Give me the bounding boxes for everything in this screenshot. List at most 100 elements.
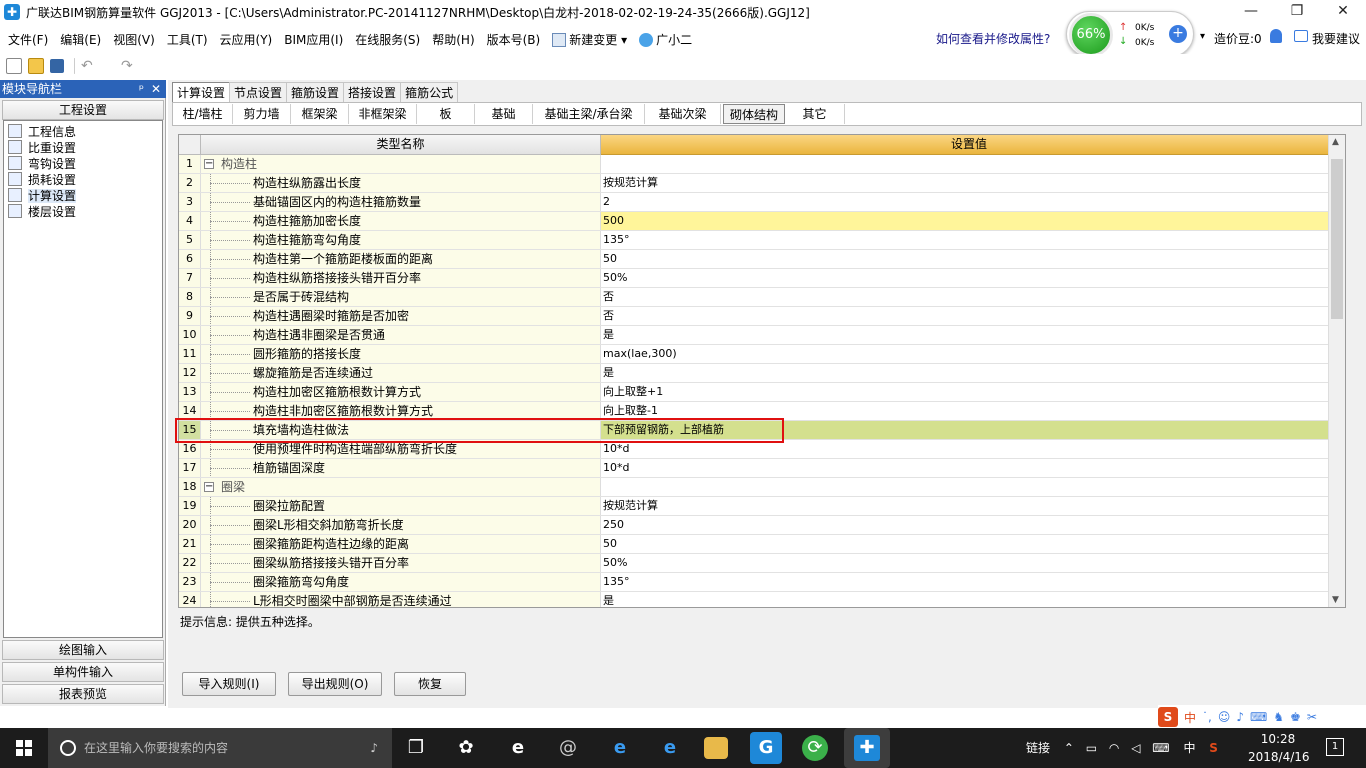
- menu-edit[interactable]: 编辑(E): [56, 31, 105, 48]
- keyboard-icon[interactable]: ⌨: [1250, 710, 1267, 724]
- row-value-cell[interactable]: 是: [601, 326, 1337, 344]
- table-row[interactable]: 5 构造柱箍筋弯勾角度 135°: [179, 231, 1337, 250]
- export-rules-button[interactable]: 导出规则(O): [288, 672, 382, 696]
- row-value-cell[interactable]: 250: [601, 516, 1337, 534]
- tab-nonframe-beam[interactable]: 非框架梁: [349, 104, 417, 124]
- group-row[interactable]: 1− 构造柱: [179, 155, 1337, 174]
- active-ggj-app[interactable]: ✚: [844, 728, 890, 768]
- row-value-cell[interactable]: max(lae,300): [601, 345, 1337, 363]
- ie-icon[interactable]: e: [654, 732, 686, 764]
- tray-lang[interactable]: 中: [1183, 741, 1195, 755]
- table-row[interactable]: 11 圆形箍筋的搭接长度 max(lae,300): [179, 345, 1337, 364]
- scroll-up-icon[interactable]: ▲: [1332, 137, 1339, 147]
- start-button[interactable]: [0, 728, 48, 768]
- collapse-icon[interactable]: −: [204, 159, 214, 169]
- nav-item-floor[interactable]: 楼层设置: [8, 204, 76, 220]
- import-rules-button[interactable]: 导入规则(I): [182, 672, 276, 696]
- table-row[interactable]: 9 构造柱遇圈梁时箍筋是否加密 否: [179, 307, 1337, 326]
- sogou-icon[interactable]: S: [1158, 707, 1178, 727]
- tab-lap-settings[interactable]: 搭接设置: [343, 82, 402, 102]
- row-value-cell[interactable]: 是: [601, 364, 1337, 382]
- menu-tools[interactable]: 工具(T): [163, 31, 212, 48]
- plus-icon[interactable]: +: [1169, 25, 1187, 43]
- row-value-cell[interactable]: 按规范计算: [601, 497, 1337, 515]
- row-value-cell[interactable]: 50: [601, 250, 1337, 268]
- table-row[interactable]: 13 构造柱加密区箍筋根数计算方式 向上取整+1: [179, 383, 1337, 402]
- row-value-cell[interactable]: 否: [601, 288, 1337, 306]
- minimize-button[interactable]: —: [1228, 0, 1274, 24]
- edge-icon[interactable]: e: [604, 732, 636, 764]
- table-row[interactable]: 3 基础锚固区内的构造柱箍筋数量 2: [179, 193, 1337, 212]
- row-value-cell[interactable]: 向上取整+1: [601, 383, 1337, 401]
- nav-item-loss[interactable]: 损耗设置: [8, 172, 76, 188]
- ie-old-icon[interactable]: e: [502, 732, 534, 764]
- menu-view[interactable]: 视图(V): [109, 31, 159, 48]
- new-file-icon[interactable]: [6, 58, 22, 74]
- table-row[interactable]: 22 圈梁纵筋搭接接头错开百分率 50%: [179, 554, 1337, 573]
- menu-guangxiaoer[interactable]: 广小二: [635, 31, 696, 48]
- row-value-cell[interactable]: [601, 478, 1337, 496]
- chevron-up-icon[interactable]: ⌃: [1064, 741, 1074, 755]
- row-value-cell[interactable]: 135°: [601, 231, 1337, 249]
- punctuation-icon[interactable]: ˙,: [1202, 710, 1212, 724]
- folder-icon[interactable]: [704, 737, 728, 759]
- tab-stirrup-formula[interactable]: 箍筋公式: [400, 82, 459, 102]
- row-value-cell[interactable]: 500: [601, 212, 1337, 230]
- table-row[interactable]: 8 是否属于砖混结构 否: [179, 288, 1337, 307]
- row-value-cell[interactable]: 135°: [601, 573, 1337, 591]
- task-view-icon[interactable]: ❐: [400, 732, 432, 764]
- mic-icon[interactable]: ♪: [370, 728, 378, 768]
- tab-shear-wall[interactable]: 剪力墙: [233, 104, 291, 124]
- tab-foundation-main-beam[interactable]: 基础主梁/承台梁: [533, 104, 645, 124]
- row-value-cell[interactable]: 50: [601, 535, 1337, 553]
- table-row[interactable]: 6 构造柱第一个箍筋距楼板面的距离 50: [179, 250, 1337, 269]
- collapse-icon[interactable]: −: [204, 482, 214, 492]
- table-row[interactable]: 23 圈梁箍筋弯勾角度 135°: [179, 573, 1337, 592]
- close-button[interactable]: ✕: [1320, 0, 1366, 24]
- restore-button-main[interactable]: 恢复: [394, 672, 466, 696]
- help-link[interactable]: 如何查看并修改属性?: [936, 30, 1050, 47]
- tab-masonry[interactable]: 砌体结构: [723, 104, 785, 124]
- table-row[interactable]: 17 植筋锚固深度 10*d: [179, 459, 1337, 478]
- green-app-icon[interactable]: ⟳: [802, 735, 828, 761]
- scrollbar-thumb[interactable]: [1331, 159, 1343, 319]
- table-row[interactable]: 2 构造柱纵筋露出长度 按规范计算: [179, 174, 1337, 193]
- notification-icon[interactable]: 1: [1326, 738, 1344, 756]
- menu-file[interactable]: 文件(F): [4, 31, 52, 48]
- open-folder-icon[interactable]: [28, 58, 44, 74]
- table-row[interactable]: 20 圈梁L形相交斜加筋弯折长度 250: [179, 516, 1337, 535]
- glodon-g-icon[interactable]: G: [750, 732, 782, 764]
- volume-icon[interactable]: ◁: [1131, 741, 1140, 755]
- vertical-scrollbar[interactable]: ▲ ▼: [1328, 135, 1345, 607]
- row-value-cell[interactable]: 按规范计算: [601, 174, 1337, 192]
- tab-other[interactable]: 其它: [785, 104, 845, 124]
- tab-slab[interactable]: 板: [417, 104, 475, 124]
- nav-section-report[interactable]: 报表预览: [2, 684, 164, 704]
- chevron-down-icon[interactable]: ▾: [1200, 31, 1205, 42]
- table-row[interactable]: 21 圈梁箍筋距构造柱边缘的距离 50: [179, 535, 1337, 554]
- cost-beans[interactable]: 造价豆:0: [1214, 30, 1262, 47]
- group-row[interactable]: 18− 圈梁: [179, 478, 1337, 497]
- tab-column-wall[interactable]: 柱/墙柱: [173, 104, 233, 124]
- nav-item-calc-settings[interactable]: 计算设置: [8, 188, 77, 204]
- menu-new-change[interactable]: 新建变更 ▾: [548, 31, 631, 48]
- row-value-cell[interactable]: 10*d: [601, 459, 1337, 477]
- skin-icon[interactable]: ♞: [1273, 710, 1284, 724]
- undo-icon[interactable]: ↶: [81, 58, 97, 74]
- battery-icon[interactable]: ▭: [1086, 741, 1097, 755]
- table-row[interactable]: 19 圈梁拉筋配置 按规范计算: [179, 497, 1337, 516]
- tab-foundation-sub-beam[interactable]: 基础次梁: [645, 104, 721, 124]
- table-row[interactable]: 12 螺旋箍筋是否连续通过 是: [179, 364, 1337, 383]
- nav-section-project-settings[interactable]: 工程设置: [2, 100, 164, 120]
- tab-frame-beam[interactable]: 框架梁: [291, 104, 349, 124]
- scroll-down-icon[interactable]: ▼: [1332, 595, 1339, 605]
- menu-version[interactable]: 版本号(B): [483, 31, 545, 48]
- row-value-cell[interactable]: 2: [601, 193, 1337, 211]
- row-value-cell[interactable]: 50%: [601, 269, 1337, 287]
- keyboard-icon[interactable]: ⌨: [1152, 741, 1169, 755]
- tray-link[interactable]: 链接: [1026, 741, 1050, 755]
- tab-calc-settings[interactable]: 计算设置: [172, 82, 231, 102]
- row-value-cell[interactable]: [601, 155, 1337, 173]
- table-row[interactable]: 10 构造柱遇非圈梁是否贯通 是: [179, 326, 1337, 345]
- wifi-icon[interactable]: ◠: [1109, 741, 1119, 755]
